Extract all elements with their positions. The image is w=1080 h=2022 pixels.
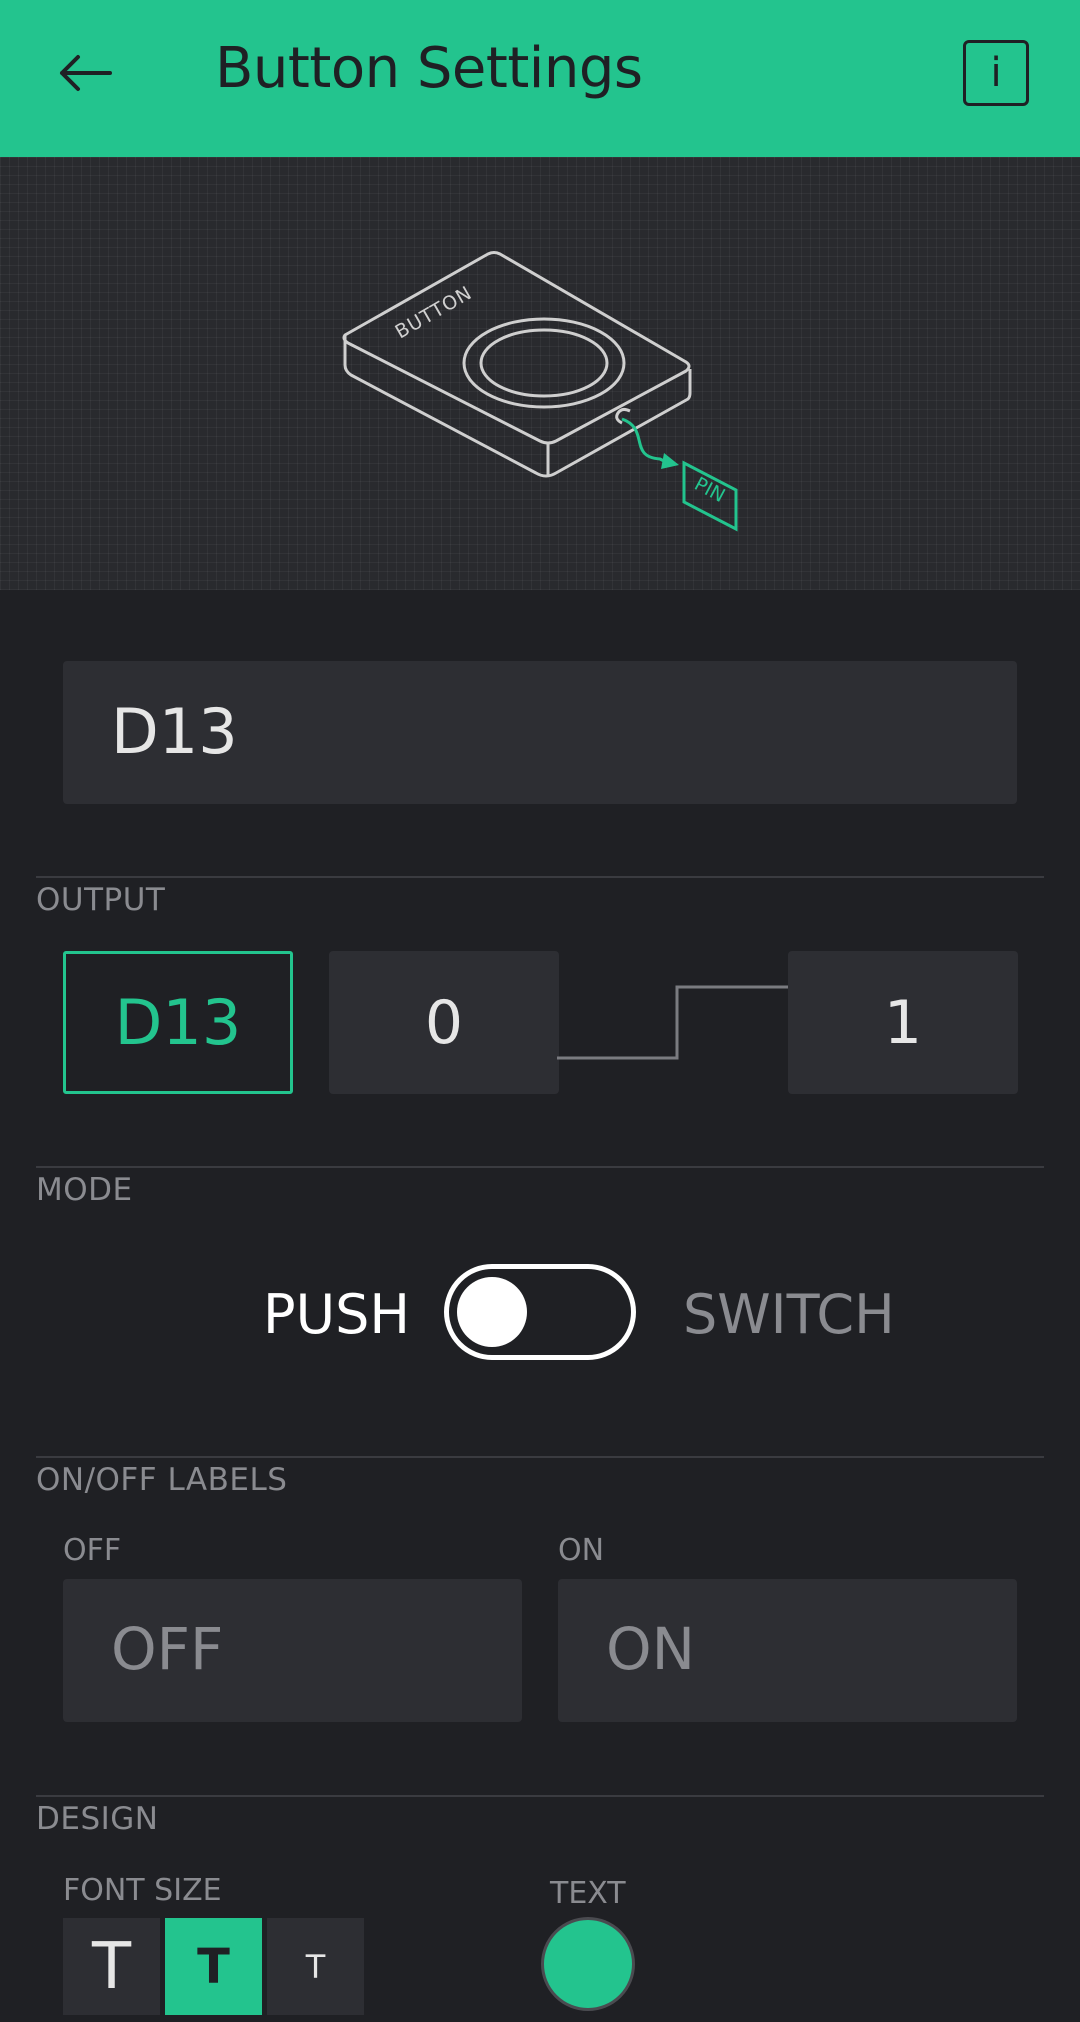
divider xyxy=(36,1456,1044,1458)
font-size-medium-button[interactable]: T xyxy=(165,1918,262,2015)
output-pin-button[interactable]: D13 xyxy=(63,951,293,1094)
output-section-label: OUTPUT xyxy=(36,882,166,918)
font-size-label: FONT SIZE xyxy=(63,1873,222,1908)
page-title: Button Settings xyxy=(215,36,643,101)
mode-switch-label[interactable]: SWITCH xyxy=(683,1283,895,1346)
device-label: BUTTON xyxy=(392,282,477,344)
off-caption: OFF xyxy=(63,1533,122,1568)
output-min-field[interactable]: 0 xyxy=(329,951,559,1094)
arrow-left-icon xyxy=(60,55,112,91)
back-button[interactable] xyxy=(50,42,120,104)
off-label-input[interactable]: OFF xyxy=(63,1579,522,1722)
text-color-picker[interactable] xyxy=(541,1917,635,2011)
pin-value: D13 xyxy=(111,695,238,768)
info-button[interactable]: i xyxy=(963,40,1029,106)
font-size-small-button[interactable]: T xyxy=(267,1918,364,2015)
pin-selector[interactable]: D13 xyxy=(63,661,1017,804)
divider xyxy=(36,1795,1044,1797)
signal-wave-icon xyxy=(557,985,789,1060)
widget-illustration: BUTTON PIN xyxy=(0,157,1080,590)
app-header: Button Settings i xyxy=(0,0,1080,157)
divider xyxy=(36,876,1044,878)
output-max-field[interactable]: 1 xyxy=(788,951,1018,1094)
on-caption: ON xyxy=(558,1533,605,1568)
toggle-knob xyxy=(457,1277,527,1347)
off-label-placeholder: OFF xyxy=(111,1615,224,1683)
on-label-placeholder: ON xyxy=(606,1615,696,1683)
mode-push-label[interactable]: PUSH xyxy=(263,1283,410,1346)
labels-section-label: ON/OFF LABELS xyxy=(36,1462,288,1498)
button-device-icon: BUTTON PIN xyxy=(342,251,738,532)
mode-toggle[interactable] xyxy=(444,1264,636,1360)
text-color-label: TEXT xyxy=(550,1876,626,1911)
font-size-large-button[interactable]: T xyxy=(63,1918,160,2015)
design-section-label: DESIGN xyxy=(36,1801,159,1837)
mode-section-label: MODE xyxy=(36,1172,133,1208)
divider xyxy=(36,1166,1044,1168)
pin-tag-label: PIN xyxy=(691,473,729,507)
on-label-input[interactable]: ON xyxy=(558,1579,1017,1722)
